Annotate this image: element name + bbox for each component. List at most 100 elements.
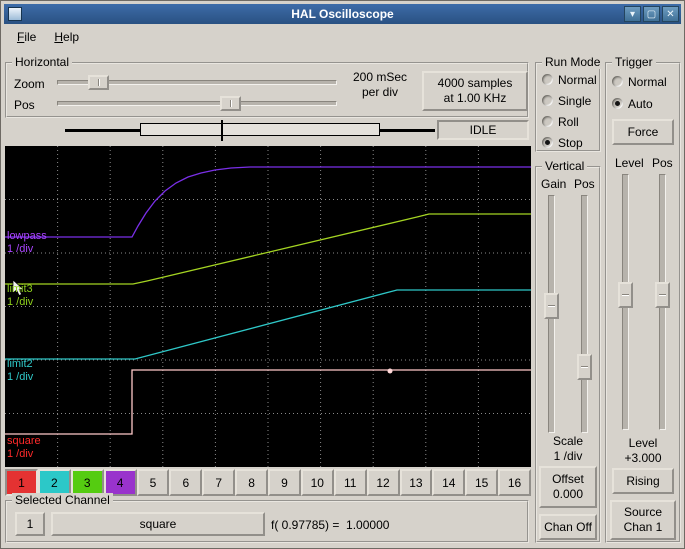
channel-button-16[interactable]: 16 [498, 469, 531, 496]
samples-rate: at 1.00 KHz [443, 91, 507, 105]
horizontal-frame: Horizontal Zoom Pos 200 mSec per div 400… [5, 55, 529, 118]
selected-channel-frame-label: Selected Channel [12, 493, 113, 507]
window-title: HAL Oscilloscope [291, 7, 394, 21]
channel-button-10[interactable]: 10 [300, 469, 334, 496]
run-mode-single[interactable]: Single [542, 93, 591, 108]
trigger-normal[interactable]: Normal [612, 74, 667, 89]
timebase-display: 200 mSec per div [340, 70, 420, 100]
timebase-unit: per div [361, 85, 399, 99]
vertical-pos-slider-handle[interactable] [577, 354, 592, 380]
channel-button-7[interactable]: 7 [202, 469, 236, 496]
samples-button[interactable]: 4000 samples at 1.00 KHz [422, 71, 528, 111]
trace-limit3 [5, 213, 531, 285]
trigger-normal-label: Normal [628, 74, 667, 89]
maximize-icon[interactable]: ▢ [643, 6, 660, 22]
channel-button-2[interactable]: 2 [37, 469, 71, 496]
run-mode-roll[interactable]: Roll [542, 114, 579, 129]
trace-label-square: square 1 /div [7, 435, 41, 460]
trigger-level-caption: Level [628, 436, 658, 450]
source-caption: Source [623, 505, 662, 519]
run-mode-normal[interactable]: Normal [542, 72, 597, 87]
trigger-level-label: Level [615, 156, 644, 170]
trigger-frame-label: Trigger [612, 55, 656, 69]
record-indicator: IDLE [5, 120, 529, 141]
trigger-auto[interactable]: Auto [612, 96, 653, 111]
signal-name-button[interactable]: square [51, 512, 265, 536]
offset-caption: Offset [552, 472, 584, 486]
record-position-tick [221, 120, 223, 141]
vertical-pos-slider-track [581, 195, 588, 433]
radio-icon [542, 116, 553, 127]
channel-button-9[interactable]: 9 [268, 469, 301, 496]
chan-off-button[interactable]: Chan Off [539, 514, 597, 540]
vertical-frame-label: Vertical [542, 159, 588, 173]
acquisition-status: IDLE [437, 120, 529, 140]
trigger-pos-slider-handle[interactable] [655, 282, 670, 309]
scale-value: 1 /div [553, 449, 583, 463]
channel-button-14[interactable]: 14 [432, 469, 466, 496]
acquisition-status-text: IDLE [469, 123, 497, 137]
gain-slider[interactable] [544, 195, 559, 433]
channel-button-4[interactable]: 4 [103, 469, 137, 496]
channel-button-1[interactable]: 1 [5, 469, 38, 496]
horizontal-pos-slider[interactable] [57, 96, 337, 111]
vertical-pos-slider[interactable] [577, 195, 592, 433]
trigger-marker [387, 368, 393, 374]
record-window [140, 123, 380, 136]
run-mode-frame-label: Run Mode [542, 55, 604, 69]
zoom-slider-handle[interactable] [88, 75, 110, 90]
trigger-level-display: Level +3.000 [607, 436, 679, 466]
channel-button-3[interactable]: 3 [70, 469, 104, 496]
horizontal-pos-slider-handle[interactable] [220, 96, 242, 111]
channel-button-12[interactable]: 12 [366, 469, 400, 496]
gain-label: Gain [541, 177, 567, 191]
scope-display[interactable]: lowpass 1 /div limit3 1 /div limit2 1 /div squ… [5, 146, 531, 467]
trigger-level-slider[interactable] [618, 174, 633, 430]
function-readout: f( 0.97785) = 1.00000 [271, 518, 390, 532]
channel-number: 1 [26, 516, 34, 531]
run-mode-stop[interactable]: Stop [542, 135, 583, 150]
channel-button-6[interactable]: 6 [169, 469, 203, 496]
rising-button[interactable]: Rising [612, 468, 674, 494]
force-button[interactable]: Force [612, 119, 674, 145]
run-mode-single-label: Single [558, 93, 592, 108]
close-icon[interactable]: ✕ [662, 6, 679, 22]
radio-icon [542, 137, 553, 148]
radio-icon [542, 74, 553, 85]
trigger-frame: Trigger Normal Auto Force Level Pos Leve… [605, 55, 681, 543]
channel-button-15[interactable]: 15 [465, 469, 499, 496]
channel-strip: 1 2 3 4 5 6 7 8 9 10 11 12 13 14 15 16 [5, 469, 531, 496]
horizontal-frame-label: Horizontal [12, 55, 73, 69]
scope-canvas [5, 146, 531, 467]
window-controls: ▾ ▢ ✕ [624, 6, 679, 22]
horizontal-pos-slider-track [57, 101, 337, 106]
trigger-level-slider-handle[interactable] [618, 282, 633, 309]
channel-number-button[interactable]: 1 [15, 512, 45, 536]
channel-button-5[interactable]: 5 [136, 469, 170, 496]
channel-button-8[interactable]: 8 [235, 469, 268, 496]
minimize-icon[interactable]: ▾ [624, 6, 641, 22]
offset-value: 0.000 [552, 487, 583, 501]
window-titlebar[interactable]: HAL Oscilloscope ▾ ▢ ✕ [4, 4, 681, 24]
run-mode-frame: Run Mode Normal Single Roll Stop [535, 55, 604, 152]
trace-label-limit2: limit2 1 /div [7, 358, 34, 383]
channel-button-11[interactable]: 11 [333, 469, 367, 496]
offset-button[interactable]: Offset 0.000 [539, 466, 597, 508]
source-button[interactable]: Source Chan 1 [610, 500, 676, 540]
radio-icon [612, 76, 623, 87]
trace-label-lowpass: lowpass 1 /div [7, 230, 47, 255]
run-mode-stop-label: Stop [558, 135, 583, 150]
menu-file[interactable]: File [8, 26, 45, 48]
radio-icon [542, 95, 553, 106]
horizontal-pos-label: Pos [14, 98, 35, 112]
trigger-pos-slider[interactable] [655, 174, 670, 430]
chan-off-label: Chan Off [544, 519, 592, 534]
run-mode-normal-label: Normal [558, 72, 597, 87]
signal-name: square [139, 516, 177, 531]
samples-count: 4000 samples [437, 76, 513, 90]
menu-help[interactable]: Help [45, 26, 88, 48]
source-value: Chan 1 [623, 520, 663, 534]
zoom-slider[interactable] [57, 75, 337, 90]
gain-slider-handle[interactable] [544, 292, 559, 319]
channel-button-13[interactable]: 13 [399, 469, 433, 496]
